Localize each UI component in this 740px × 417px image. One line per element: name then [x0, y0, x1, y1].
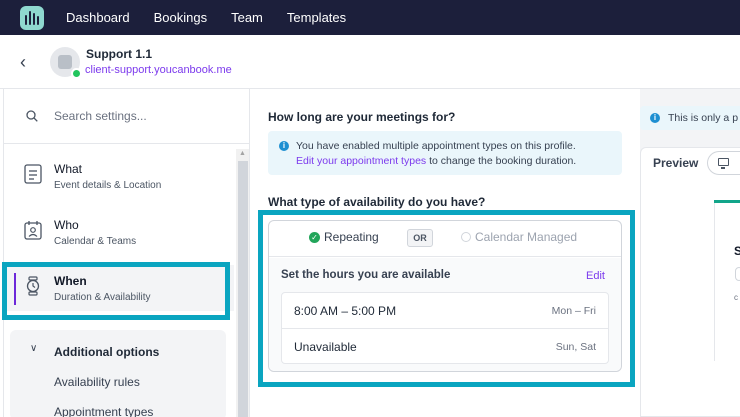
profile-name: Support 1.1: [86, 47, 153, 61]
search-icon: [26, 110, 38, 122]
document-icon: [24, 164, 42, 184]
nav-templates[interactable]: Templates: [287, 10, 346, 25]
preview-small-text: c: [734, 293, 738, 302]
availability-card: ✓ Repeating OR Calendar Managed Set the …: [268, 220, 622, 372]
or-divider: OR: [407, 229, 433, 247]
check-circle-icon: ✓: [309, 231, 320, 243]
tab-calendar-managed[interactable]: Calendar Managed: [461, 230, 577, 244]
sidebar-item-when[interactable]: When Duration & Availability: [4, 265, 234, 311]
profile-url-link[interactable]: client-support.youcanbook.me: [85, 64, 232, 76]
sidebar-subitem-availability-rules[interactable]: Availability rules: [54, 375, 140, 389]
app-logo-icon[interactable]: [20, 5, 44, 30]
edit-appointment-types-link[interactable]: Edit your appointment types: [296, 155, 426, 167]
sidebar-item-subtitle: Event details & Location: [54, 180, 162, 191]
calendar-person-icon: [24, 221, 42, 240]
preview-info-banner: i This is only a p: [640, 106, 740, 130]
tab-calendar-managed-label: Calendar Managed: [475, 230, 578, 244]
active-indicator: [14, 273, 16, 305]
avatar-image-icon: [58, 55, 72, 69]
profile-header: ‹ Support 1.1 client-support.youcanbook.…: [0, 35, 740, 89]
hours-days: Sun, Sat: [555, 341, 596, 353]
info-text-rest: to change the booking duration.: [426, 155, 577, 167]
sidebar-subitem-appointment-types[interactable]: Appointment types: [54, 405, 153, 417]
sidebar-item-who[interactable]: Who Calendar & Teams: [4, 209, 234, 255]
tab-repeating-label: Repeating: [324, 230, 379, 244]
nav-dashboard[interactable]: Dashboard: [66, 10, 130, 25]
edit-hours-link[interactable]: Edit: [586, 270, 605, 282]
search-settings-input[interactable]: [54, 109, 234, 123]
hours-list: 8:00 AM – 5:00 PM Mon – Fri Unavailable …: [281, 292, 609, 364]
preview-info-text: This is only a p: [668, 112, 739, 124]
sidebar-item-subtitle: Duration & Availability: [54, 292, 151, 303]
hours-range: Unavailable: [294, 340, 357, 354]
duration-question: How long are your meetings for?: [268, 110, 456, 124]
tab-repeating[interactable]: ✓ Repeating: [309, 230, 379, 244]
availability-question: What type of availability do you have?: [268, 195, 486, 209]
sidebar-item-title: Who: [54, 218, 79, 232]
preview-label: Preview: [653, 156, 699, 170]
sidebar-scrollbar-thumb[interactable]: [238, 161, 248, 417]
hours-heading: Set the hours you are available: [281, 269, 451, 281]
hours-row: 8:00 AM – 5:00 PM Mon – Fri: [282, 293, 608, 328]
hours-range: 8:00 AM – 5:00 PM: [294, 304, 397, 318]
preview-toggle: [735, 267, 740, 281]
monitor-icon: [718, 158, 729, 169]
info-text: You have enabled multiple appointment ty…: [296, 140, 576, 152]
main-content: How long are your meetings for? i You ha…: [250, 89, 640, 417]
top-navigation: Dashboard Bookings Team Templates: [0, 0, 740, 35]
info-banner: i You have enabled multiple appointment …: [268, 131, 622, 175]
info-icon: i: [279, 141, 289, 151]
availability-type-tabs: ✓ Repeating OR Calendar Managed: [269, 221, 621, 257]
chevron-down-icon[interactable]: ∨: [30, 343, 37, 354]
sidebar-item-title: What: [54, 162, 83, 176]
online-status-dot: [71, 68, 82, 79]
preview-title-initial: S: [734, 244, 740, 258]
additional-options-toggle[interactable]: Additional options: [54, 345, 159, 359]
nav-bookings[interactable]: Bookings: [154, 10, 207, 25]
back-chevron-icon[interactable]: ‹: [20, 53, 26, 71]
hours-days: Mon – Fri: [551, 305, 596, 317]
availability-hours-panel: Set the hours you are available Edit 8:0…: [269, 258, 621, 371]
radio-empty-icon: [461, 232, 471, 242]
nav-team[interactable]: Team: [231, 10, 263, 25]
info-text-line2: Edit your appointment types to change th…: [296, 155, 576, 167]
watch-icon: [26, 276, 40, 296]
hours-row: Unavailable Sun, Sat: [282, 328, 608, 363]
desktop-view-button[interactable]: [707, 151, 740, 175]
scroll-up-arrow-icon[interactable]: ▲: [239, 150, 246, 157]
sidebar-item-title: When: [54, 274, 87, 288]
preview-accent-bar: [714, 200, 740, 203]
booking-page-preview: [714, 201, 740, 361]
additional-options-section: ∨ Additional options Availability rules …: [10, 330, 226, 417]
settings-sidebar: What Event details & Location Who Calend…: [3, 89, 250, 417]
preview-panel: i This is only a p Preview S c: [640, 89, 740, 417]
settings-search: [4, 89, 250, 144]
info-icon: i: [650, 113, 660, 123]
profile-avatar: [50, 47, 82, 79]
sidebar-item-subtitle: Calendar & Teams: [54, 236, 137, 247]
sidebar-item-what[interactable]: What Event details & Location: [4, 153, 234, 199]
